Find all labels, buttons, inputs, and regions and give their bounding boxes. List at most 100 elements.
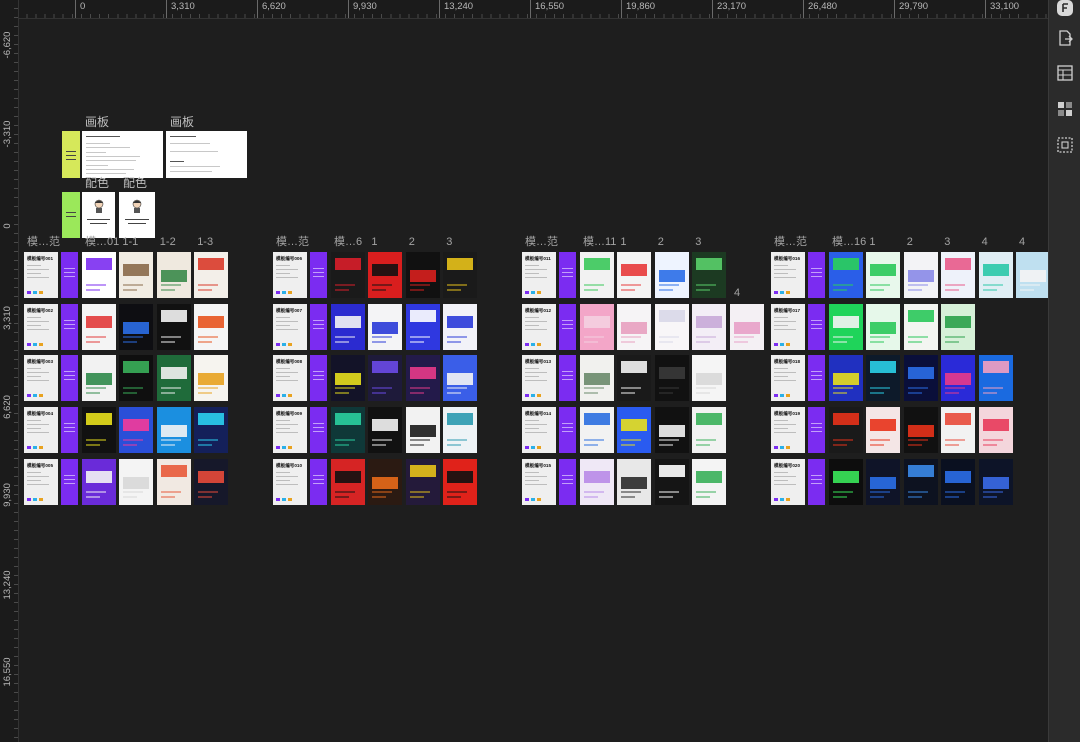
thumbnail[interactable]: [331, 459, 365, 505]
thumbnail[interactable]: [979, 407, 1013, 453]
artboard-cover[interactable]: 模板编号013: [522, 355, 556, 401]
thumbnail[interactable]: [331, 304, 365, 350]
thumbnail[interactable]: [692, 304, 726, 350]
grid-icon[interactable]: [1056, 100, 1074, 118]
thumbnail[interactable]: [655, 304, 689, 350]
thumbnail[interactable]: [829, 459, 863, 505]
thumbnail[interactable]: [580, 252, 614, 298]
thumbnail[interactable]: [443, 304, 477, 350]
resource-tag-card[interactable]: [62, 131, 80, 178]
thumbnail[interactable]: [580, 459, 614, 505]
frame-icon[interactable]: [1056, 136, 1074, 154]
thumbnail[interactable]: [194, 459, 228, 505]
thumbnail[interactable]: [157, 459, 191, 505]
thumbnail[interactable]: [119, 459, 153, 505]
thumbnail[interactable]: [1016, 252, 1048, 298]
layout-icon[interactable]: [1056, 64, 1074, 82]
thumbnail[interactable]: [692, 459, 726, 505]
thumbnail[interactable]: [406, 407, 440, 453]
thumbnail[interactable]: [119, 304, 153, 350]
thumbnail[interactable]: [368, 252, 402, 298]
thumbnail[interactable]: [82, 252, 116, 298]
thumbnail[interactable]: [617, 355, 651, 401]
thumbnail[interactable]: [157, 355, 191, 401]
thumbnail[interactable]: [368, 355, 402, 401]
thumbnail[interactable]: [829, 355, 863, 401]
thumbnail[interactable]: [331, 355, 365, 401]
thumbnail[interactable]: [866, 407, 900, 453]
thumbnail[interactable]: [194, 252, 228, 298]
artboard-cover[interactable]: 模板编号009: [273, 407, 307, 453]
thumbnail[interactable]: [941, 304, 975, 350]
thumbnail[interactable]: [157, 407, 191, 453]
artboard-cover[interactable]: 模板编号016: [771, 252, 805, 298]
thumbnail[interactable]: [82, 459, 116, 505]
thumbnail[interactable]: [941, 355, 975, 401]
thumbnail[interactable]: [331, 407, 365, 453]
thumbnail[interactable]: [904, 459, 938, 505]
export-icon[interactable]: [1056, 29, 1074, 47]
thumbnail[interactable]: [82, 355, 116, 401]
artboard-cover[interactable]: 模板编号002: [24, 304, 58, 350]
thumbnail[interactable]: [829, 407, 863, 453]
palette-tag-card[interactable]: [62, 192, 80, 238]
thumbnail[interactable]: [368, 407, 402, 453]
thumbnail[interactable]: [866, 304, 900, 350]
artboard-cover[interactable]: 模板编号004: [24, 407, 58, 453]
thumbnail[interactable]: [443, 355, 477, 401]
thumbnail[interactable]: [941, 252, 975, 298]
thumbnail[interactable]: [580, 407, 614, 453]
thumbnail[interactable]: [979, 252, 1013, 298]
thumbnail[interactable]: [331, 252, 365, 298]
thumbnail[interactable]: [157, 252, 191, 298]
thumbnail[interactable]: [194, 355, 228, 401]
thumbnail[interactable]: [979, 459, 1013, 505]
thumbnail[interactable]: [941, 407, 975, 453]
artboard-cover[interactable]: 模板编号015: [522, 459, 556, 505]
thumbnail[interactable]: [617, 304, 651, 350]
thumbnail[interactable]: [692, 407, 726, 453]
artboard-cover[interactable]: 模板编号008: [273, 355, 307, 401]
thumbnail[interactable]: [406, 459, 440, 505]
thumbnail[interactable]: [829, 304, 863, 350]
thumbnail[interactable]: [655, 407, 689, 453]
thumbnail[interactable]: [443, 407, 477, 453]
app-logo-icon[interactable]: [1056, 0, 1074, 17]
thumbnail[interactable]: [941, 459, 975, 505]
thumbnail[interactable]: [829, 252, 863, 298]
thumbnail[interactable]: [368, 459, 402, 505]
thumbnail[interactable]: [655, 459, 689, 505]
artboard-cover[interactable]: 模板编号020: [771, 459, 805, 505]
thumbnail[interactable]: [580, 355, 614, 401]
artboard-cover[interactable]: 模板编号014: [522, 407, 556, 453]
thumbnail[interactable]: [406, 304, 440, 350]
artboard-cover[interactable]: 模板编号012: [522, 304, 556, 350]
thumbnail[interactable]: [655, 355, 689, 401]
artboard-cover[interactable]: 模板编号006: [273, 252, 307, 298]
thumbnail[interactable]: [866, 252, 900, 298]
artboard-cover[interactable]: 模板编号010: [273, 459, 307, 505]
thumbnail[interactable]: [443, 459, 477, 505]
thumbnail[interactable]: [904, 252, 938, 298]
artboard-cover[interactable]: 模板编号018: [771, 355, 805, 401]
thumbnail[interactable]: [406, 252, 440, 298]
thumbnail[interactable]: [692, 252, 726, 298]
thumbnail[interactable]: [730, 304, 764, 350]
horizontal-ruler[interactable]: 0 3,310 6,620 9,930 13,240 16,550 19,860 23,170…: [0, 0, 1048, 19]
thumbnail[interactable]: [157, 304, 191, 350]
thumbnail[interactable]: [82, 304, 116, 350]
thumbnail[interactable]: [866, 355, 900, 401]
design-canvas[interactable]: 画板 画板 配色 配色 0 3,310 6,620 9,930 13,240 1…: [0, 0, 1048, 742]
thumbnail[interactable]: [194, 304, 228, 350]
character-card[interactable]: [119, 192, 155, 238]
character-card[interactable]: [82, 192, 115, 238]
artboard-cover[interactable]: 模板编号017: [771, 304, 805, 350]
thumbnail[interactable]: [119, 252, 153, 298]
thumbnail[interactable]: [443, 252, 477, 298]
artboard-cover[interactable]: 模板编号019: [771, 407, 805, 453]
thumbnail[interactable]: [580, 304, 614, 350]
thumbnail[interactable]: [617, 459, 651, 505]
artboard-cover[interactable]: 模板编号005: [24, 459, 58, 505]
thumbnail[interactable]: [368, 304, 402, 350]
thumbnail[interactable]: [692, 355, 726, 401]
